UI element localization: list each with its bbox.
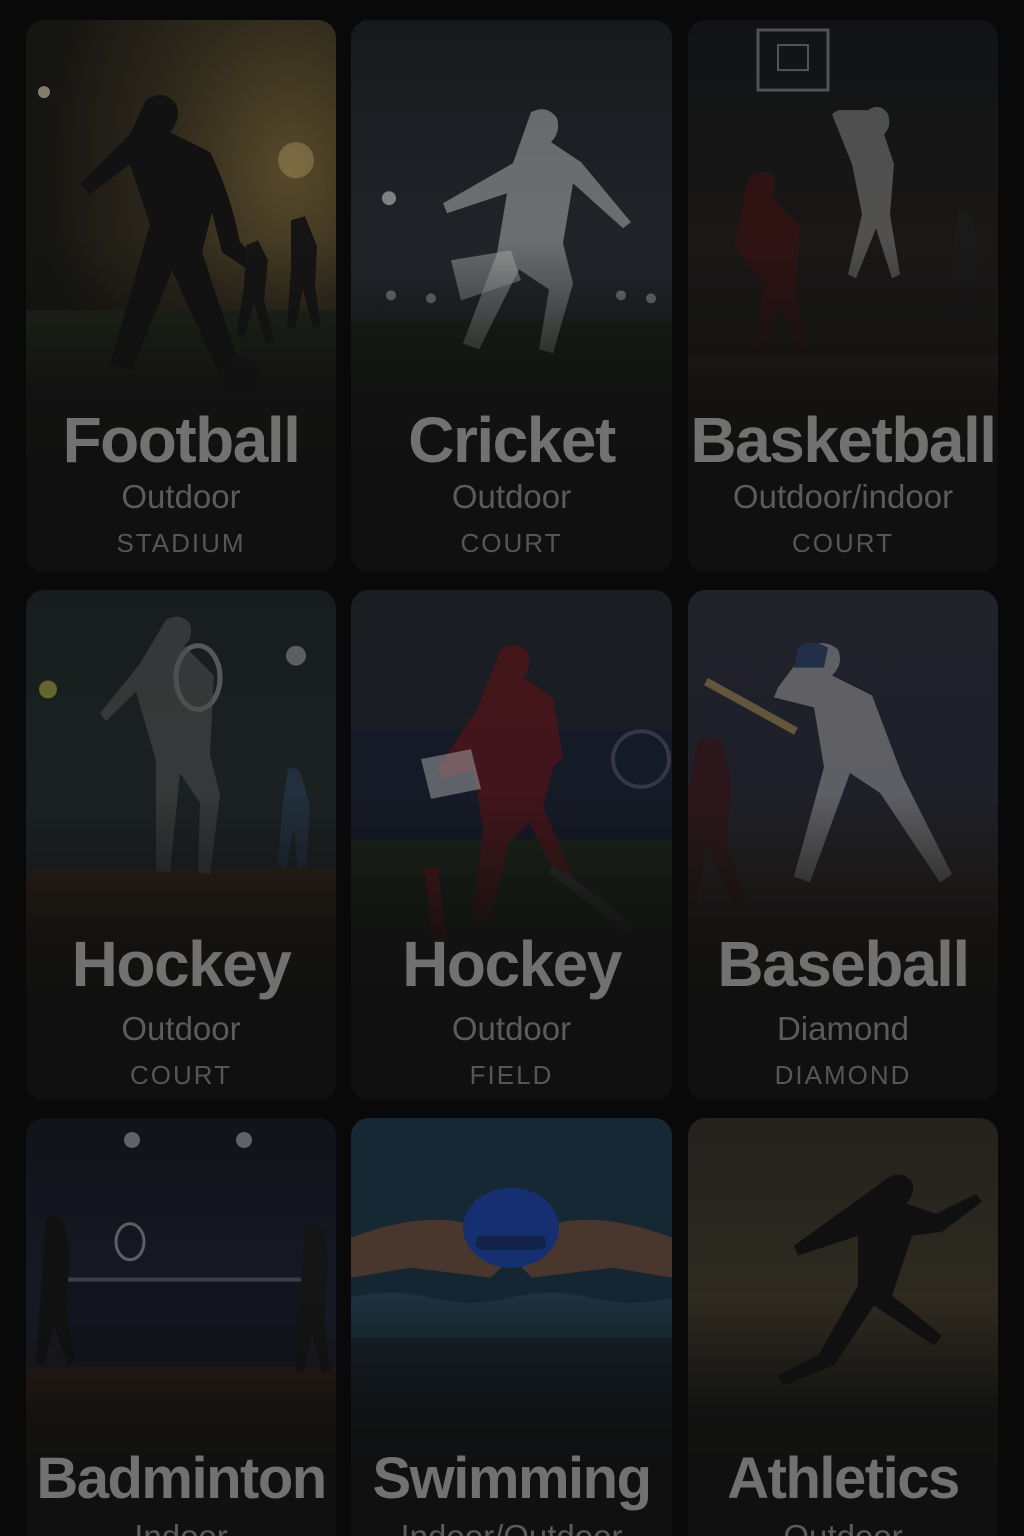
sport-card-athletics[interactable]: Athletics Outdoor xyxy=(688,1118,998,1536)
sport-title: Hockey xyxy=(402,928,622,1000)
sport-type: Outdoor xyxy=(121,478,241,515)
sport-card-hockey-field[interactable]: Hockey Outdoor FIELD xyxy=(351,590,672,1100)
sport-title: Athletics xyxy=(727,1446,960,1511)
sport-title: Swimming xyxy=(372,1446,652,1511)
sport-title: Badminton xyxy=(36,1446,327,1511)
sport-card-hockey-court[interactable]: Hockey Outdoor COURT xyxy=(26,590,336,1100)
sport-card-swimming[interactable]: Swimming Indoor/Outdoor xyxy=(351,1118,672,1536)
sport-title: Hockey xyxy=(71,928,292,1000)
sport-venue: STADIUM xyxy=(116,528,246,558)
sport-card-cricket[interactable]: Cricket Outdoor COURT xyxy=(351,20,672,572)
sport-type: Outdoor xyxy=(688,1520,998,1536)
sport-card-badminton[interactable]: Badminton Indoor xyxy=(26,1118,336,1536)
sport-venue: COURT xyxy=(460,528,563,558)
sport-venue: COURT xyxy=(130,1060,232,1090)
sport-type: Indoor/Outdoor xyxy=(351,1520,672,1536)
sport-type: Outdoor xyxy=(121,1010,241,1047)
sports-grid: Football Outdoor STADIUM Cricket Outdoor… xyxy=(0,0,1024,1536)
sport-card-football[interactable]: Football Outdoor STADIUM xyxy=(26,20,336,572)
sport-title: Cricket xyxy=(408,404,616,476)
sport-type: Diamond xyxy=(776,1010,910,1047)
sport-card-basketball[interactable]: Basketball Outdoor/indoor COURT xyxy=(688,20,998,572)
sport-venue: COURT xyxy=(792,528,894,558)
sport-type: Indoor xyxy=(26,1520,336,1536)
sport-card-baseball[interactable]: Baseball Diamond DIAMOND xyxy=(688,590,998,1100)
sport-type: Outdoor/indoor xyxy=(732,478,954,515)
sport-title: Baseball xyxy=(717,928,970,1000)
sport-type: Outdoor xyxy=(451,478,572,515)
sport-title: Basketball xyxy=(690,404,997,476)
sport-title: Football xyxy=(62,404,301,476)
sport-venue: DIAMOND xyxy=(774,1060,912,1090)
sport-venue: FIELD xyxy=(469,1060,554,1090)
sport-type: Outdoor xyxy=(451,1010,572,1047)
